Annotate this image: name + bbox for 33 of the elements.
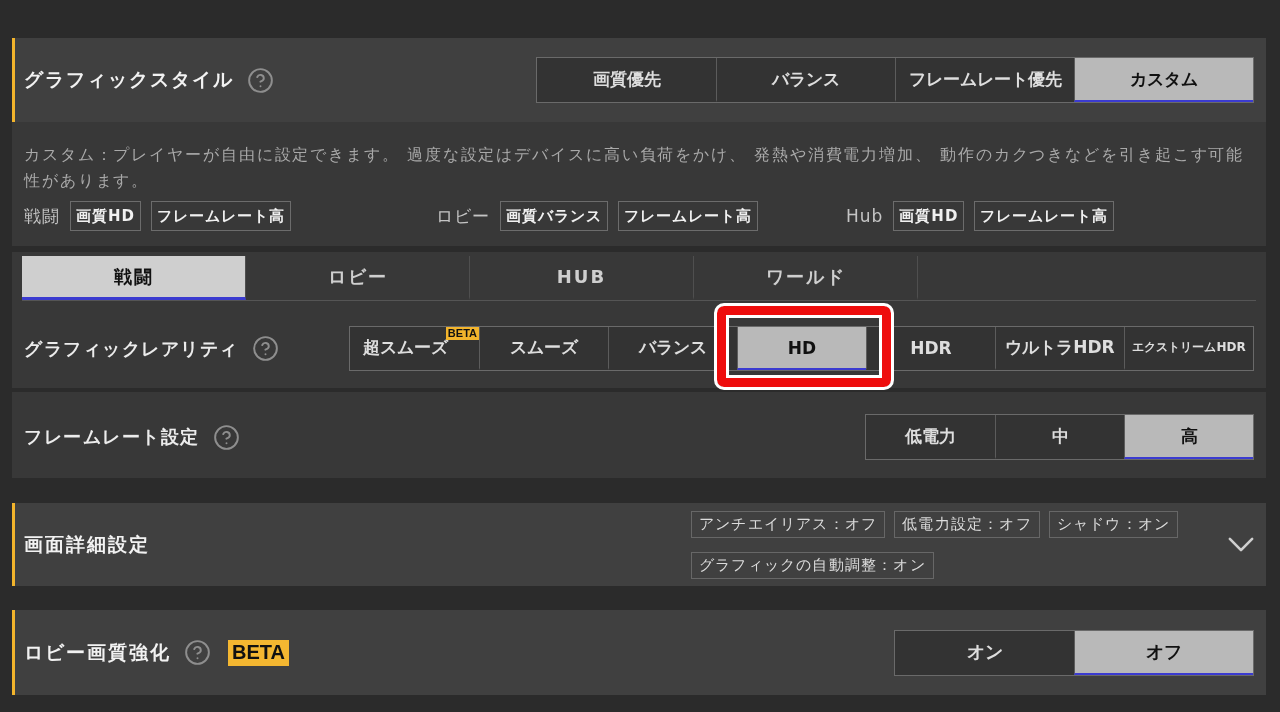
detail-tag: アンチエイリアス：オフ [691,510,886,538]
help-icon[interactable] [252,336,278,361]
mode-tab[interactable]: ロビー [246,256,470,300]
mode-tab[interactable]: 戦闘 [22,256,246,300]
setting-label: グラフィックレアリティ [24,336,239,361]
preset-tag: 画質HD [70,201,141,231]
preset-label: 戦闘 [24,204,60,228]
preset-tag: 画質HD [893,201,965,231]
detail-tag: グラフィックの自動調整：オン [691,551,934,579]
beta-badge: BETA [445,327,479,340]
setting-label: フレームレート設定 [24,425,200,449]
detail-tag: シャドウ：オン [1048,510,1179,538]
option-button[interactable]: 高 [1124,415,1253,459]
preset-label: Hub [846,206,884,226]
section-title: グラフィックスタイル [24,67,234,92]
detail-tag: 低電力設定：オフ [894,510,1040,538]
option-button[interactable]: オフ [1074,630,1253,675]
chevron-down-icon[interactable] [1228,537,1254,552]
preset-tag: 画質バランス [500,201,608,231]
section-title: ロビー画質強化 [24,639,171,665]
option-button[interactable]: カスタム [1074,58,1253,102]
section-title: 画面詳細設定 [24,531,150,557]
beta-badge: BETA [228,639,289,666]
mode-tab[interactable]: HUB [470,256,694,300]
help-icon[interactable] [185,640,210,665]
preset-label: ロビー [436,204,490,228]
help-icon[interactable] [248,67,273,93]
mode-tab[interactable]: ワールド [694,256,918,300]
preset-tag: フレームレート高 [974,201,1115,231]
preset-tag: フレームレート高 [151,201,291,231]
description-text: カスタム：プレイヤーが自由に設定できます。 過度な設定はデバイスに高い負荷をかけ、 発熱や消費電力増加、 動作のカクつきなどを引き起こす可能性があります。 [22,144,1246,192]
preset-tag: フレームレート高 [618,201,758,231]
help-icon[interactable] [213,424,239,450]
